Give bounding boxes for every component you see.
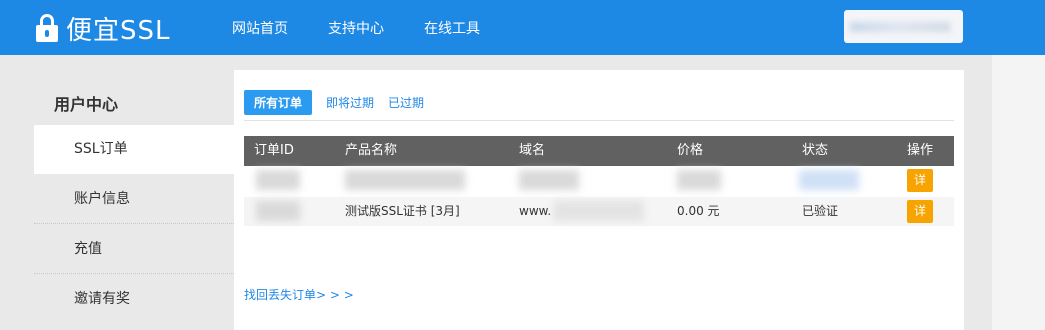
user-account-menu[interactable] xyxy=(844,10,963,43)
redacted-order-id xyxy=(256,170,300,190)
sidebar: 用户中心 SSL订单 账户信息 充值 邀请有奖 xyxy=(34,55,234,330)
column-price: 价格 xyxy=(677,143,704,158)
column-status: 状态 xyxy=(802,143,829,158)
sidebar-title: 用户中心 xyxy=(54,95,119,114)
redacted-price xyxy=(677,170,721,190)
status: 已验证 xyxy=(802,204,839,218)
price: 0.00 元 xyxy=(677,204,720,218)
redacted-username xyxy=(850,22,950,32)
logo-text: 便宜SSL xyxy=(66,15,171,46)
site-logo[interactable]: 便宜SSL xyxy=(36,10,171,46)
column-product: 产品名称 xyxy=(345,143,398,158)
sidebar-item-ssl-orders[interactable]: SSL订单 xyxy=(34,125,234,174)
redacted-status xyxy=(799,170,859,190)
nav-tools[interactable]: 在线工具 xyxy=(424,18,480,38)
domain: www. xyxy=(519,204,552,218)
redacted-domain xyxy=(554,201,644,221)
column-order-id: 订单ID xyxy=(254,143,294,158)
detail-button[interactable]: 详 xyxy=(907,169,933,192)
table-header: 订单ID 产品名称 域名 价格 状态 操作 xyxy=(244,136,954,166)
sidebar-item-invite[interactable]: 邀请有奖 xyxy=(34,275,234,324)
top-navbar: 便宜SSL 网站首页 支持中心 在线工具 xyxy=(0,0,1045,55)
product-name: 测试版SSL证书 [3月] xyxy=(345,204,460,218)
main-nav: 网站首页 支持中心 在线工具 xyxy=(232,0,520,55)
sidebar-item-recharge[interactable]: 充值 xyxy=(34,225,234,274)
tab-expiring-soon[interactable]: 即将过期 xyxy=(326,94,374,111)
redacted-order-id xyxy=(256,201,300,221)
tabs-divider xyxy=(244,120,954,121)
table-row: 详 xyxy=(244,166,954,195)
order-tabs: 所有订单 即将过期 已过期 xyxy=(244,89,438,115)
table-row: 测试版SSL证书 [3月] www. 0.00 元 已验证 详 xyxy=(244,197,954,226)
column-domain: 域名 xyxy=(519,143,546,158)
nav-home[interactable]: 网站首页 xyxy=(232,18,288,38)
detail-button[interactable]: 详 xyxy=(907,200,933,223)
recover-lost-order-link[interactable]: 找回丢失订单> > > xyxy=(244,286,354,303)
page-gutter xyxy=(992,55,1045,330)
nav-support[interactable]: 支持中心 xyxy=(328,18,384,38)
tab-expired[interactable]: 已过期 xyxy=(388,94,424,111)
redacted-domain xyxy=(519,170,579,190)
column-action: 操作 xyxy=(907,143,934,158)
lock-icon xyxy=(36,14,58,42)
tab-all-orders[interactable]: 所有订单 xyxy=(244,89,313,115)
orders-panel: 所有订单 即将过期 已过期 订单ID 产品名称 域名 价格 状态 操作 详 测试… xyxy=(234,70,964,330)
sidebar-item-account-info[interactable]: 账户信息 xyxy=(34,175,234,224)
redacted-product xyxy=(345,170,465,190)
